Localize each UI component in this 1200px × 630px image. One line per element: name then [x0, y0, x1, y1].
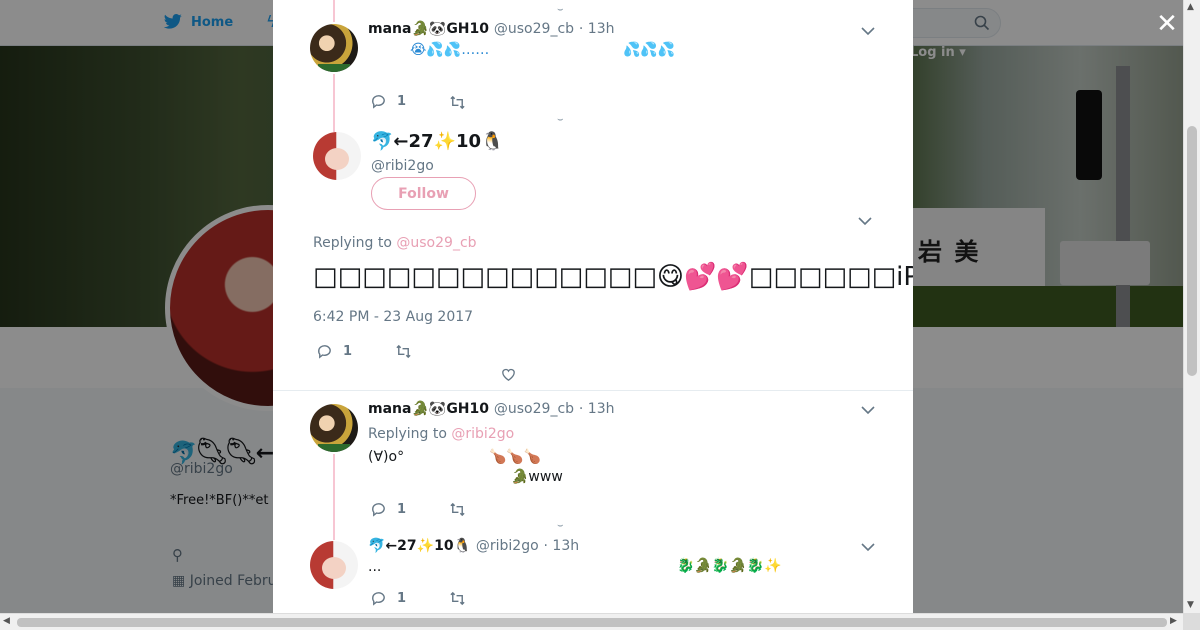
tweet-author[interactable]: mana🐊🐼GH10 @uso29_cb · 13h: [368, 21, 615, 37]
follow-button[interactable]: Follow: [371, 177, 476, 210]
retweet-icon[interactable]: [449, 590, 466, 607]
tweet-modal: ⌣ ⌣ ⌣ mana🐊🐼GH10 @uso29_cb · 13h 😭💦💦…… 💦…: [273, 0, 913, 613]
chevron-down-icon[interactable]: [861, 405, 875, 415]
reply-count: 1: [397, 502, 407, 517]
author-handle: @uso29_cb: [493, 21, 575, 37]
close-icon[interactable]: ✕: [1152, 8, 1182, 40]
author-name[interactable]: 🐬←27✨10🐧: [371, 131, 503, 152]
avatar[interactable]: [310, 541, 358, 589]
reply-icon: [372, 95, 385, 109]
reply-icon: [372, 592, 385, 606]
replying-to: Replying to @ribi2go: [368, 426, 514, 442]
replying-to-link[interactable]: @uso29_cb: [396, 235, 476, 251]
author-handle: @ribi2go: [475, 538, 539, 554]
reply-count: 1: [397, 591, 407, 606]
reply-button[interactable]: 1: [316, 343, 352, 360]
tweet-author[interactable]: mana🐊🐼GH10 @uso29_cb · 13h: [368, 401, 615, 417]
author-handle: @ribi2go: [371, 158, 434, 174]
author-name: 🐬←27✨10🐧: [368, 538, 471, 554]
tweet-uso29-reply: mana🐊🐼GH10 @uso29_cb · 13h Replying to @…: [273, 391, 913, 528]
retweet-icon[interactable]: [449, 501, 466, 518]
chevron-down-icon[interactable]: [861, 26, 875, 36]
author-name: mana🐊🐼GH10: [368, 21, 490, 37]
tweet-time[interactable]: · 13h: [579, 21, 615, 37]
reply-count: 1: [397, 94, 407, 109]
replying-to: Replying to @uso29_cb: [313, 235, 477, 251]
scrollbar-corner: [1183, 613, 1200, 630]
reply-button[interactable]: 1: [370, 93, 406, 110]
scroll-left-arrow-icon[interactable]: ◀: [3, 616, 10, 626]
tweet-author[interactable]: 🐬←27✨10🐧 @ribi2go · 13h: [368, 538, 579, 554]
horizontal-scroll-thumb[interactable]: [17, 618, 1167, 627]
tweet-text: 😭💦💦……: [410, 42, 490, 58]
tweet-uso29-first: mana🐊🐼GH10 @uso29_cb · 13h 😭💦💦…… 💦💦💦 1: [273, 0, 913, 124]
reply-icon: [318, 345, 331, 359]
vertical-scrollbar[interactable]: ▲ ▼: [1183, 0, 1200, 613]
reply-count: 1: [343, 344, 353, 359]
tweet-text: (∀)o°: [368, 449, 405, 465]
scroll-right-arrow-icon[interactable]: ▶: [1170, 616, 1177, 626]
reply-icon: [372, 503, 385, 517]
scroll-down-arrow-icon[interactable]: ▼: [1187, 600, 1194, 610]
tweet-ribi2go-reply: 🐬←27✨10🐧 @ribi2go · 13h ... 🐉🐊🐉🐊🐉✨ 1: [273, 528, 913, 613]
reply-button[interactable]: 1: [370, 590, 406, 607]
vertical-scroll-thumb[interactable]: [1187, 126, 1197, 376]
heart-icon[interactable]: [500, 366, 517, 383]
tweet-time[interactable]: · 13h: [579, 401, 615, 417]
tweet-text: 🐉🐊🐉🐊🐉✨: [677, 558, 782, 574]
tweet-text: 💦💦💦: [623, 42, 676, 58]
chevron-down-icon[interactable]: [861, 542, 875, 552]
author-name: mana🐊🐼GH10: [368, 401, 490, 417]
tweet-main: 🐬←27✨10🐧 @ribi2go Follow Replying to @us…: [273, 124, 913, 391]
replying-label: Replying to: [313, 235, 392, 251]
chevron-down-icon[interactable]: [858, 216, 872, 226]
tweet-text: 🐊www: [511, 469, 563, 485]
horizontal-scrollbar[interactable]: ◀ ▶: [0, 613, 1183, 630]
scroll-up-arrow-icon[interactable]: ▲: [1187, 2, 1194, 12]
author-handle: @uso29_cb: [493, 401, 575, 417]
avatar[interactable]: [310, 24, 358, 72]
tweet-text: □□□□□□□□□□□□□□😋💕💕□□□□□□iPhone□□□□□□□□□□□…: [313, 262, 913, 292]
replying-label: Replying to: [368, 426, 447, 442]
avatar[interactable]: [313, 132, 361, 180]
retweet-icon[interactable]: [449, 94, 466, 111]
tweet-text: ...: [368, 559, 382, 575]
tweet-text: 🍗🍗🍗: [489, 449, 542, 465]
replying-to-link[interactable]: @ribi2go: [451, 426, 514, 442]
retweet-icon[interactable]: [395, 343, 412, 360]
reply-button[interactable]: 1: [370, 501, 406, 518]
tweet-time[interactable]: · 13h: [544, 538, 580, 554]
avatar[interactable]: [310, 404, 358, 452]
tweet-date[interactable]: 6:42 PM - 23 Aug 2017: [313, 309, 473, 325]
